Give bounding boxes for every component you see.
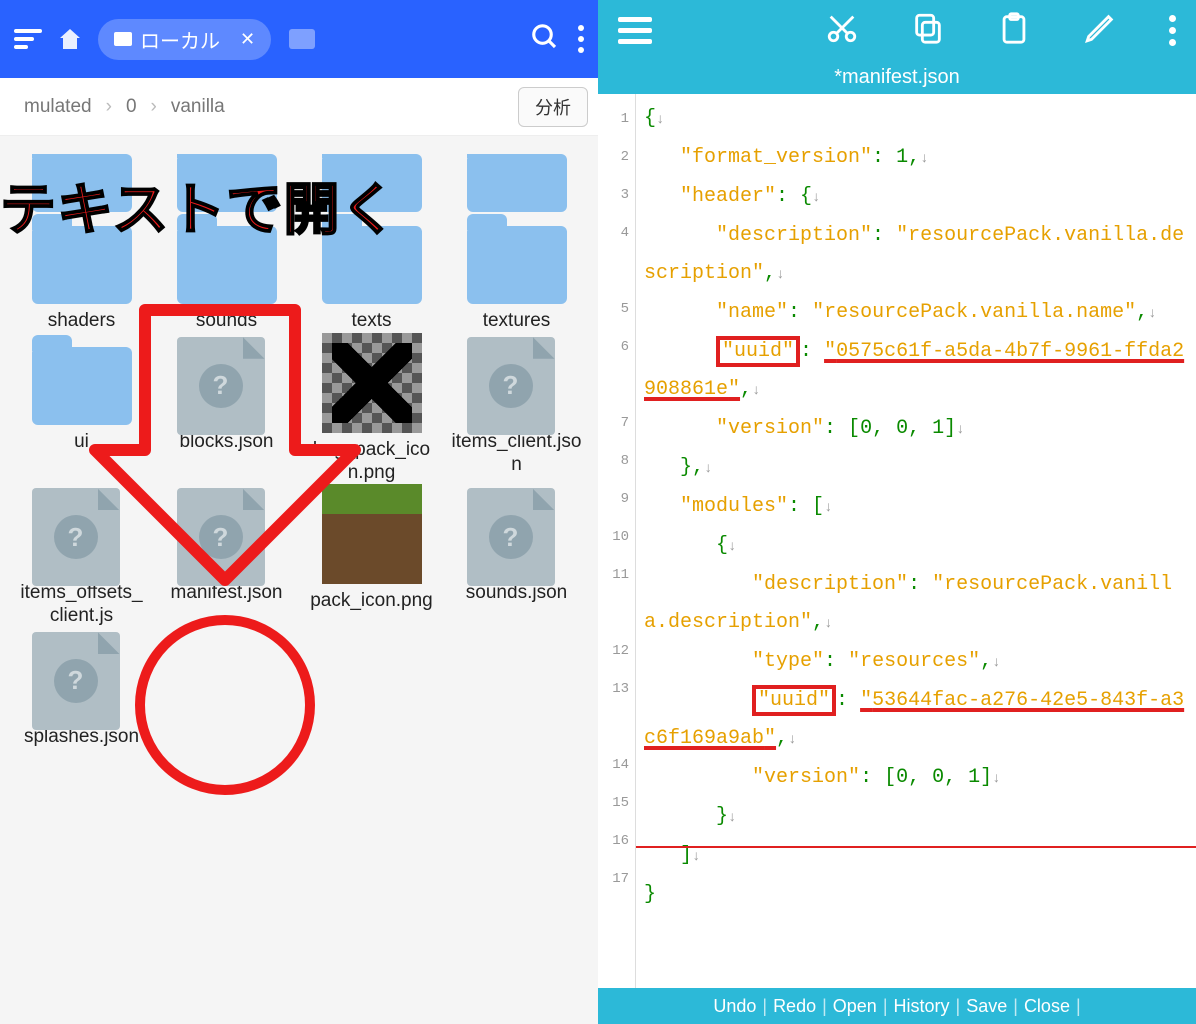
crumb-segment[interactable]: vanilla (157, 96, 239, 118)
history-button[interactable]: History (894, 996, 950, 1017)
file-manager-toolbar: ローカル ✕ (0, 0, 598, 78)
menu-icon[interactable] (14, 29, 42, 49)
copy-icon[interactable] (911, 11, 945, 50)
new-tab-icon[interactable] (289, 29, 315, 49)
folder-item[interactable] (447, 154, 586, 212)
folder-item[interactable]: texts (302, 226, 441, 333)
location-tab[interactable]: ローカル ✕ (98, 19, 271, 60)
overflow-menu-icon[interactable] (578, 25, 584, 53)
analyze-button[interactable]: 分析 (518, 87, 588, 127)
close-tab-icon[interactable]: ✕ (240, 29, 255, 50)
text-editor-pane: *manifest.json 1234567891011121314151617… (598, 0, 1196, 1024)
image-item[interactable]: bug_pack_icon.png (302, 347, 441, 485)
file-item-manifest[interactable]: ?manifest.json (157, 498, 296, 628)
overflow-menu-icon[interactable] (1169, 15, 1176, 46)
folder-item[interactable]: textures (447, 226, 586, 333)
file-item[interactable]: ?items_offsets_client.js (12, 498, 151, 628)
folder-item[interactable]: sounds (157, 226, 296, 333)
tab-label: ローカル (140, 25, 220, 54)
folder-item[interactable]: ui (12, 347, 151, 485)
line-numbers: 1234567891011121314151617 (598, 94, 636, 988)
editor-filename: *manifest.json (598, 60, 1196, 94)
undo-button[interactable]: Undo (713, 996, 756, 1017)
file-item[interactable]: ?blocks.json (157, 347, 296, 485)
open-button[interactable]: Open (833, 996, 877, 1017)
redo-button[interactable]: Redo (773, 996, 816, 1017)
folder-item[interactable] (12, 154, 151, 212)
crumb-segment[interactable]: mulated (10, 96, 106, 118)
menu-icon[interactable] (618, 17, 652, 44)
editor-footer: Undo| Redo| Open| History| Save| Close| (598, 988, 1196, 1024)
paste-icon[interactable] (997, 11, 1031, 50)
image-item[interactable]: pack_icon.png (302, 498, 441, 628)
save-button[interactable]: Save (966, 996, 1007, 1017)
file-item[interactable]: ?items_client.json (447, 347, 586, 485)
editor-body[interactable]: 1234567891011121314151617 {↓ "format_ver… (598, 94, 1196, 988)
file-item[interactable]: ?splashes.json (12, 642, 151, 749)
folder-item[interactable] (302, 154, 441, 212)
search-icon[interactable] (530, 22, 560, 57)
folder-item[interactable] (157, 154, 296, 212)
folder-item[interactable]: shaders (12, 226, 151, 333)
file-item[interactable]: ?sounds.json (447, 498, 586, 628)
close-button[interactable]: Close (1024, 996, 1070, 1017)
file-manager-pane: ローカル ✕ mulated › 0 › vanilla 分析 shaders … (0, 0, 598, 1024)
cursor-line-indicator (636, 846, 1196, 848)
editor-toolbar (598, 0, 1196, 60)
edit-icon[interactable] (1083, 11, 1117, 50)
breadcrumb: mulated › 0 › vanilla 分析 (0, 78, 598, 136)
crumb-segment[interactable]: 0 (112, 96, 151, 118)
file-grid: shaders sounds texts textures ui ?blocks… (0, 136, 598, 1024)
code-content[interactable]: {↓ "format_version": 1,↓ "header": {↓ "d… (636, 94, 1196, 988)
cut-icon[interactable] (825, 11, 859, 50)
home-icon[interactable] (60, 29, 80, 49)
